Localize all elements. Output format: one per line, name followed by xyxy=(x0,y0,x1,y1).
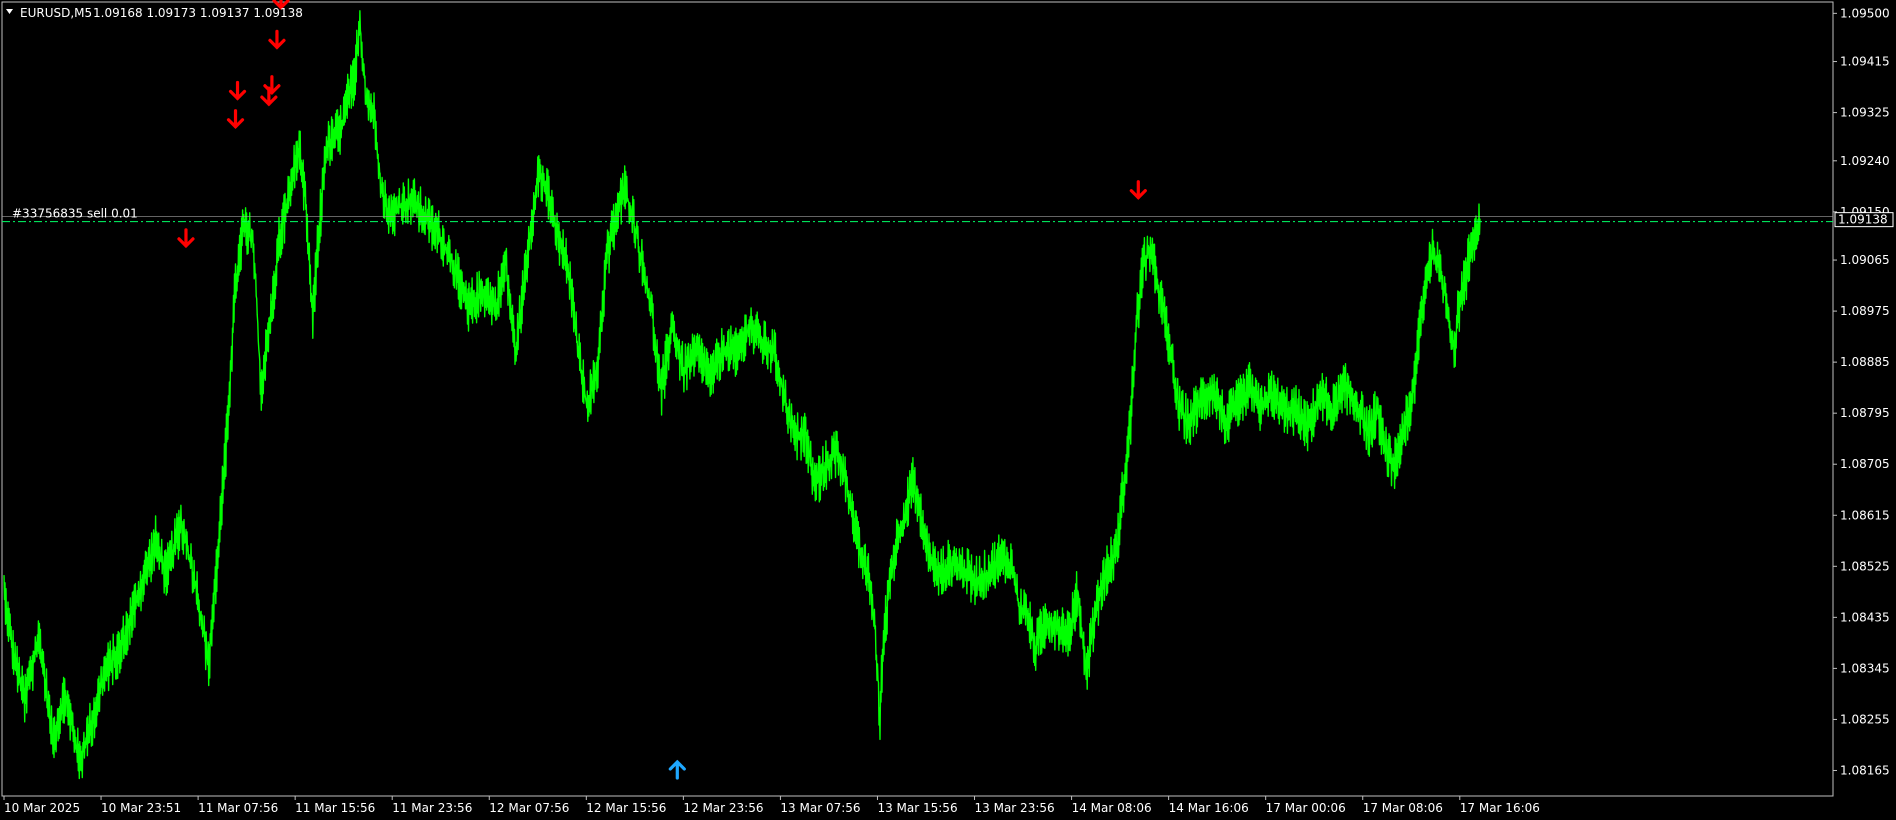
order-label: #33756835 sell 0.01 xyxy=(12,207,138,221)
x-tick-label: 14 Mar 16:06 xyxy=(1169,801,1249,815)
x-tick-label: 12 Mar 23:56 xyxy=(683,801,763,815)
y-tick-label: 1.08975 xyxy=(1840,304,1890,318)
y-tick-label: 1.08255 xyxy=(1840,712,1890,726)
y-tick-label: 1.08435 xyxy=(1840,610,1890,624)
x-tick-label: 14 Mar 08:06 xyxy=(1072,801,1152,815)
symbol-timeframe: EURUSD,M5 xyxy=(20,6,92,20)
x-tick-label: 17 Mar 08:06 xyxy=(1363,801,1443,815)
y-tick-label: 1.09065 xyxy=(1840,253,1890,267)
price-chart[interactable]: 1.095001.094151.093251.092401.091501.090… xyxy=(0,0,1896,820)
y-tick-label: 1.08705 xyxy=(1840,457,1890,471)
x-tick-label: 12 Mar 07:56 xyxy=(489,801,569,815)
y-tick-label: 1.09415 xyxy=(1840,55,1890,69)
x-tick-label: 10 Mar 2025 xyxy=(4,801,80,815)
y-tick-label: 1.09240 xyxy=(1840,154,1890,168)
y-tick-label: 1.08885 xyxy=(1840,355,1890,369)
y-tick-label: 1.09325 xyxy=(1840,106,1890,120)
x-tick-label: 13 Mar 23:56 xyxy=(975,801,1055,815)
x-tick-label: 11 Mar 23:56 xyxy=(392,801,472,815)
x-tick-label: 11 Mar 15:56 xyxy=(295,801,375,815)
y-tick-label: 1.08525 xyxy=(1840,559,1890,573)
y-tick-label: 1.09500 xyxy=(1840,6,1890,20)
chart-header: EURUSD,M5 1.09168 1.09173 1.09137 1.0913… xyxy=(6,6,303,20)
chart-background xyxy=(0,0,1896,820)
y-tick-label: 1.08165 xyxy=(1840,763,1890,777)
x-tick-label: 17 Mar 16:06 xyxy=(1460,801,1540,815)
x-tick-label: 13 Mar 07:56 xyxy=(780,801,860,815)
y-tick-label: 1.08345 xyxy=(1840,661,1890,675)
x-tick-label: 12 Mar 15:56 xyxy=(586,801,666,815)
x-tick-label: 11 Mar 07:56 xyxy=(198,801,278,815)
x-tick-label: 13 Mar 15:56 xyxy=(877,801,957,815)
current-price-label: 1.09138 xyxy=(1838,213,1888,227)
x-tick-label: 10 Mar 23:51 xyxy=(101,801,181,815)
y-tick-label: 1.08615 xyxy=(1840,508,1890,522)
ohlc-values: 1.09168 1.09173 1.09137 1.09138 xyxy=(93,6,303,20)
y-tick-label: 1.08795 xyxy=(1840,406,1890,420)
current-price-badge: 1.09138 xyxy=(1834,212,1894,228)
x-tick-label: 17 Mar 00:06 xyxy=(1266,801,1346,815)
